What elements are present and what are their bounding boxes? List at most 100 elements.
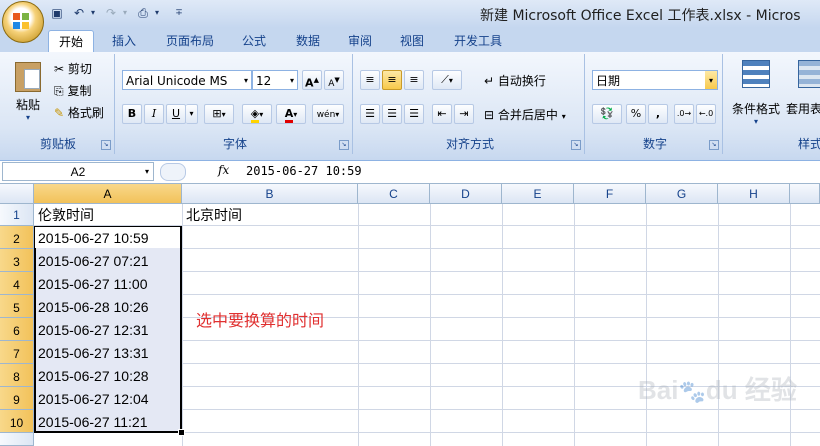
tab-data[interactable]: 数据 [288, 30, 328, 52]
name-box-value: A2 [70, 165, 86, 179]
tab-developer[interactable]: 开发工具 [448, 30, 508, 52]
orientation-button[interactable]: ⟋▾ [432, 70, 462, 90]
row-header-10[interactable]: 10 [0, 410, 34, 433]
format-painter-button[interactable]: ✎ 格式刷 [54, 104, 104, 121]
cell-a2[interactable]: 2015-06-27 10:59 [36, 227, 149, 249]
copy-button[interactable]: ⎘ 复制 [54, 82, 91, 99]
decrease-indent-button[interactable]: ⇤ [432, 104, 452, 124]
qat-dropdown-icon[interactable]: ▾ [148, 4, 166, 22]
format-as-table-label: 套用表格格 [786, 102, 820, 116]
tab-home[interactable]: 开始 [48, 30, 94, 52]
wrap-text-button[interactable]: ↵ 自动换行 [484, 72, 546, 89]
alignment-launcher-icon[interactable]: ↘ [571, 140, 581, 150]
select-all-corner[interactable] [0, 184, 34, 204]
phonetic-button[interactable]: wén▾ [312, 104, 344, 124]
row-header-3[interactable]: 3 [0, 249, 34, 272]
formula-input[interactable]: 2015-06-27 10:59 [246, 164, 362, 178]
comma-button[interactable]: , [648, 104, 668, 124]
cell-a5[interactable]: 2015-06-28 10:26 [36, 296, 149, 318]
window-title: 新建 Microsoft Office Excel 工作表.xlsx - Mic… [480, 8, 801, 24]
column-header-h[interactable]: H [718, 184, 790, 204]
font-launcher-icon[interactable]: ↘ [339, 140, 349, 150]
cell-a3[interactable]: 2015-06-27 07:21 [36, 250, 149, 272]
cell-a8[interactable]: 2015-06-27 10:28 [36, 365, 149, 387]
align-right-button[interactable]: ☰ [404, 104, 424, 124]
merge-center-button[interactable]: ⊟ 合并后居中 ▾ [484, 106, 566, 123]
number-launcher-icon[interactable]: ↘ [709, 140, 719, 150]
clipboard-group-label: 剪贴板 [39, 137, 76, 151]
column-header-b[interactable]: B [182, 184, 358, 204]
number-format-select[interactable]: 日期 ▾ [592, 70, 718, 90]
alignment-group: ≡ ≡ ≡ ⟋▾ ↵ 自动换行 ☰ ☰ ☰ ⇤ ⇥ ⊟ 合并后居中 ▾ 对齐方式… [356, 54, 585, 154]
cell-a9[interactable]: 2015-06-27 12:04 [36, 388, 149, 410]
tab-insert[interactable]: 插入 [104, 30, 144, 52]
wrap-text-label: 自动换行 [497, 74, 546, 88]
customize-qat-icon[interactable]: ∓ [170, 4, 188, 22]
column-header-c[interactable]: C [358, 184, 430, 204]
percent-button[interactable]: % [626, 104, 646, 124]
save-icon[interactable]: ▣ [48, 4, 66, 22]
align-top-button[interactable]: ≡ [360, 70, 380, 90]
tab-view[interactable]: 视图 [392, 30, 432, 52]
shrink-font-button[interactable]: A▼ [324, 70, 344, 90]
insert-function-icon[interactable]: fx [218, 163, 229, 177]
format-as-table-button[interactable]: 套用表格格 [786, 60, 820, 117]
font-color-icon: A [284, 107, 294, 123]
align-center-button[interactable]: ☰ [382, 104, 402, 124]
fill-color-icon: ◈ [250, 107, 260, 123]
row-header-1[interactable]: 1 [0, 204, 34, 226]
conditional-format-button[interactable]: 条件格式 ▾ [730, 60, 782, 126]
align-middle-button[interactable]: ≡ [382, 70, 402, 90]
decrease-decimal-button[interactable]: ←.0 [696, 104, 716, 124]
grow-font-button[interactable]: A▲ [302, 70, 322, 90]
align-left-button[interactable]: ☰ [360, 104, 380, 124]
row-header-5[interactable]: 5 [0, 295, 34, 318]
column-header-d[interactable]: D [430, 184, 502, 204]
column-header-f[interactable]: F [574, 184, 646, 204]
cell-a6[interactable]: 2015-06-27 12:31 [36, 319, 149, 341]
redo-dropdown-icon[interactable]: ▾ [116, 4, 134, 22]
increase-decimal-button[interactable]: .0→ [674, 104, 694, 124]
cell-a1[interactable]: 伦敦时间 [36, 205, 94, 226]
increase-indent-button[interactable]: ⇥ [454, 104, 474, 124]
undo-dropdown-icon[interactable]: ▾ [84, 4, 102, 22]
column-header-a[interactable]: A [34, 184, 182, 204]
tab-review[interactable]: 审阅 [340, 30, 380, 52]
align-bottom-button[interactable]: ≡ [404, 70, 424, 90]
fill-handle[interactable] [178, 429, 185, 436]
borders-button[interactable]: ⊞▾ [204, 104, 234, 124]
font-size-select[interactable]: 12 ▾ [252, 70, 298, 90]
row-header-4[interactable]: 4 [0, 272, 34, 295]
cell-a7[interactable]: 2015-06-27 13:31 [36, 342, 149, 364]
row-header-8[interactable]: 8 [0, 364, 34, 387]
name-box[interactable]: A2 ▾ [2, 162, 154, 181]
row-header-7[interactable]: 7 [0, 341, 34, 364]
underline-dropdown-icon[interactable]: ▾ [186, 104, 198, 124]
paste-button[interactable]: 粘贴 ▾ [10, 58, 46, 122]
underline-button[interactable]: U [166, 104, 186, 124]
font-name-select[interactable]: Arial Unicode MS ▾ [122, 70, 252, 90]
conditional-format-icon [742, 60, 770, 88]
formula-bar-splitter[interactable] [160, 163, 186, 181]
cell-b1[interactable]: 北京时间 [184, 205, 242, 226]
row-header-9[interactable]: 9 [0, 387, 34, 410]
copy-icon: ⎘ [54, 84, 64, 98]
tab-page-layout[interactable]: 页面布局 [160, 30, 220, 52]
tab-formulas[interactable]: 公式 [234, 30, 274, 52]
cell-a10[interactable]: 2015-06-27 11:21 [36, 411, 148, 433]
fill-color-button[interactable]: ◈▾ [242, 104, 272, 124]
column-header-g[interactable]: G [646, 184, 718, 204]
column-header-i[interactable] [790, 184, 820, 204]
bold-button[interactable]: B [122, 104, 142, 124]
font-color-button[interactable]: A▾ [276, 104, 306, 124]
row-header-2[interactable]: 2 [0, 226, 34, 249]
cell-a4[interactable]: 2015-06-27 11:00 [36, 273, 148, 295]
currency-button[interactable]: 💱 [592, 104, 622, 124]
clipboard-launcher-icon[interactable]: ↘ [101, 140, 111, 150]
column-header-e[interactable]: E [502, 184, 574, 204]
row-header-6[interactable]: 6 [0, 318, 34, 341]
italic-button[interactable]: I [144, 104, 164, 124]
ribbon-tabs: 开始 插入 页面布局 公式 数据 审阅 视图 开发工具 [0, 28, 820, 52]
cut-button[interactable]: ✂ 剪切 [54, 60, 92, 77]
row-header-11[interactable] [0, 433, 34, 446]
